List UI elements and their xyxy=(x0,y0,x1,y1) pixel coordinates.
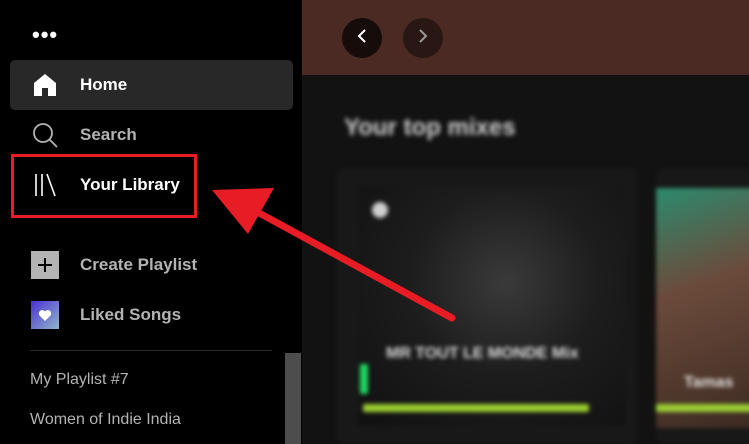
forward-button[interactable] xyxy=(403,18,443,58)
spotify-logo-icon xyxy=(372,202,388,218)
highlight-box xyxy=(11,154,197,218)
create-playlist-label: Create Playlist xyxy=(80,255,198,274)
search-icon xyxy=(30,120,60,150)
plus-icon xyxy=(30,250,60,280)
back-button[interactable] xyxy=(342,18,382,58)
mix-card[interactable]: MR TOUT LE MONDE Mix xyxy=(336,168,638,444)
heart-icon xyxy=(30,300,60,330)
chevron-left-icon xyxy=(354,28,370,49)
mix-card-art xyxy=(358,186,626,426)
mix-card-bar xyxy=(363,404,589,412)
home-icon xyxy=(30,70,60,100)
chevron-right-icon xyxy=(415,28,431,49)
sidebar-scrollbar[interactable] xyxy=(285,353,301,444)
sidebar: ••• Home Search Your Library Create Play… xyxy=(0,0,302,444)
sidebar-divider xyxy=(30,350,272,351)
mix-card-accent xyxy=(360,364,368,394)
playlist-item[interactable]: My Playlist #7 xyxy=(30,371,129,389)
liked-songs-button[interactable]: Liked Songs xyxy=(10,290,293,340)
mix-card-title: Tamas xyxy=(684,374,734,391)
liked-songs-label: Liked Songs xyxy=(80,305,182,324)
top-bar xyxy=(302,0,749,75)
more-menu-button[interactable]: ••• xyxy=(32,24,58,46)
mix-card-bar xyxy=(656,404,749,412)
nav-search-label: Search xyxy=(80,125,137,144)
mix-card-title: MR TOUT LE MONDE Mix xyxy=(386,345,579,362)
section-title: Your top mixes xyxy=(344,114,516,141)
create-playlist-button[interactable]: Create Playlist xyxy=(10,240,293,290)
nav-search[interactable]: Search xyxy=(10,110,293,160)
mix-card[interactable]: Tamas xyxy=(656,168,749,444)
nav-home-label: Home xyxy=(80,75,128,94)
nav-home[interactable]: Home xyxy=(10,60,293,110)
main-content: Your top mixes MR TOUT LE MONDE Mix Tama… xyxy=(302,0,749,444)
mix-card-art xyxy=(656,188,749,428)
playlist-item[interactable]: Women of Indie India xyxy=(30,411,181,429)
